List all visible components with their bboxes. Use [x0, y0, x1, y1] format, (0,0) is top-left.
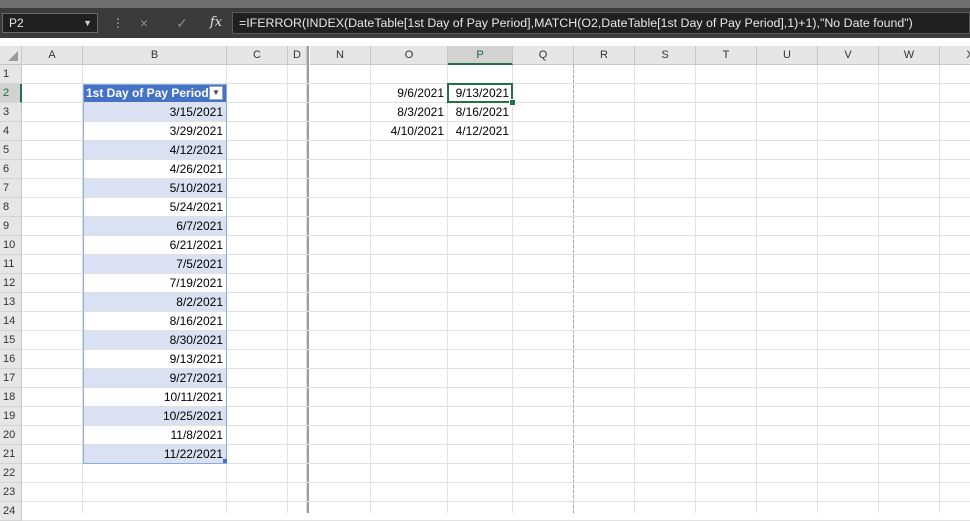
- gridline-vertical: [756, 65, 757, 513]
- table-cell[interactable]: 11/22/2021: [83, 445, 226, 463]
- name-box-value: P2: [9, 16, 24, 30]
- column-header-n[interactable]: N: [310, 46, 371, 65]
- table-cell[interactable]: 3/15/2021: [83, 103, 226, 121]
- gridline-vertical: [634, 65, 635, 513]
- row-header-1[interactable]: 1: [0, 65, 22, 84]
- table-cell[interactable]: 5/10/2021: [83, 179, 226, 197]
- row-header-18[interactable]: 18: [0, 388, 22, 407]
- formula-bar: P2 ▼ ⋮ × ✓ fx =IFERROR(INDEX(DateTable[1…: [0, 8, 970, 38]
- lookup-result-cell[interactable]: 9/13/2021: [448, 84, 512, 102]
- ribbon-edge: [0, 0, 970, 8]
- table-cell[interactable]: 8/16/2021: [83, 312, 226, 330]
- row-header-7[interactable]: 7: [0, 179, 22, 198]
- row-header-9[interactable]: 9: [0, 217, 22, 236]
- select-all-button[interactable]: [0, 46, 22, 65]
- formula-bar-grip-icon[interactable]: ⋮: [112, 17, 124, 29]
- table-cell[interactable]: 6/21/2021: [83, 236, 226, 254]
- lookup-result-cell[interactable]: 8/16/2021: [448, 103, 512, 121]
- insert-function-icon[interactable]: fx: [204, 13, 228, 33]
- lookup-input-cell[interactable]: 4/10/2021: [371, 122, 447, 140]
- column-header-d[interactable]: D: [288, 46, 307, 65]
- table-cell[interactable]: 6/7/2021: [83, 217, 226, 235]
- table-cell[interactable]: 8/2/2021: [83, 293, 226, 311]
- gridline-vertical: [512, 65, 513, 513]
- table-cell[interactable]: 8/30/2021: [83, 331, 226, 349]
- row-header-15[interactable]: 15: [0, 331, 22, 350]
- column-header-r[interactable]: R: [574, 46, 635, 65]
- table-cell[interactable]: 5/24/2021: [83, 198, 226, 216]
- gridline-vertical: [817, 65, 818, 513]
- lookup-input-cell[interactable]: 8/3/2021: [371, 103, 447, 121]
- row-header-11[interactable]: 11: [0, 255, 22, 274]
- cancel-icon[interactable]: ×: [132, 13, 156, 33]
- row-header-21[interactable]: 21: [0, 445, 22, 464]
- table-cell[interactable]: 3/29/2021: [83, 122, 226, 140]
- gridline-vertical: [939, 65, 940, 513]
- row-header-24[interactable]: 24: [0, 502, 22, 521]
- row-header-6[interactable]: 6: [0, 160, 22, 179]
- enter-check-icon[interactable]: ✓: [170, 13, 194, 33]
- fill-handle[interactable]: [509, 99, 516, 106]
- table-resize-handle[interactable]: [223, 459, 227, 463]
- select-all-triangle-icon: [8, 51, 18, 61]
- row-header-20[interactable]: 20: [0, 426, 22, 445]
- row-header-16[interactable]: 16: [0, 350, 22, 369]
- gridline-vertical: [878, 65, 879, 513]
- table-cell[interactable]: 10/25/2021: [83, 407, 226, 425]
- row-header-3[interactable]: 3: [0, 103, 22, 122]
- gridline-vertical: [226, 65, 227, 513]
- row-header-14[interactable]: 14: [0, 312, 22, 331]
- column-header-a[interactable]: A: [22, 46, 83, 65]
- column-header-b[interactable]: B: [83, 46, 227, 65]
- column-header-w[interactable]: W: [879, 46, 940, 65]
- row-header-19[interactable]: 19: [0, 407, 22, 426]
- gridline-vertical: [287, 65, 288, 513]
- formula-input[interactable]: =IFERROR(INDEX(DateTable[1st Day of Pay …: [232, 12, 970, 34]
- row-header-22[interactable]: 22: [0, 464, 22, 483]
- row-header-23[interactable]: 23: [0, 483, 22, 502]
- column-header-x[interactable]: X: [940, 46, 970, 65]
- table-cell[interactable]: 4/26/2021: [83, 160, 226, 178]
- gridline-horizontal: [22, 482, 970, 483]
- row-header-8[interactable]: 8: [0, 198, 22, 217]
- column-header-u[interactable]: U: [757, 46, 818, 65]
- column-header-c[interactable]: C: [227, 46, 288, 65]
- filter-dropdown-icon[interactable]: ▼: [209, 86, 223, 100]
- row-header-17[interactable]: 17: [0, 369, 22, 388]
- table-cell[interactable]: 9/13/2021: [83, 350, 226, 368]
- table-cell[interactable]: 10/11/2021: [83, 388, 226, 406]
- column-header-s[interactable]: S: [635, 46, 696, 65]
- row-header-4[interactable]: 4: [0, 122, 22, 141]
- page-break-line: [573, 65, 574, 513]
- lookup-result-cell[interactable]: 4/12/2021: [448, 122, 512, 140]
- column-header-o[interactable]: O: [371, 46, 448, 65]
- lookup-input-cell[interactable]: 9/6/2021: [371, 84, 447, 102]
- table-header-cell[interactable]: 1st Day of Pay Period: [83, 84, 226, 102]
- table-cell[interactable]: 4/12/2021: [83, 141, 226, 159]
- table-cell[interactable]: 7/5/2021: [83, 255, 226, 273]
- table-cell[interactable]: 11/8/2021: [83, 426, 226, 444]
- row-header-12[interactable]: 12: [0, 274, 22, 293]
- row-header-5[interactable]: 5: [0, 141, 22, 160]
- freeze-pane-divider[interactable]: [307, 46, 309, 513]
- gridline-horizontal: [22, 463, 970, 464]
- row-header-2[interactable]: 2: [0, 84, 22, 103]
- row-header-10[interactable]: 10: [0, 236, 22, 255]
- chevron-down-icon[interactable]: ▼: [83, 14, 92, 32]
- table-cell[interactable]: 7/19/2021: [83, 274, 226, 292]
- row-header-13[interactable]: 13: [0, 293, 22, 312]
- column-header-v[interactable]: V: [818, 46, 879, 65]
- column-header-t[interactable]: T: [696, 46, 757, 65]
- gridline-horizontal: [22, 501, 970, 502]
- name-box[interactable]: P2 ▼: [2, 13, 98, 33]
- column-header-q[interactable]: Q: [513, 46, 574, 65]
- column-header-p[interactable]: P: [448, 46, 513, 65]
- gridline-vertical: [695, 65, 696, 513]
- table-cell[interactable]: 9/27/2021: [83, 369, 226, 387]
